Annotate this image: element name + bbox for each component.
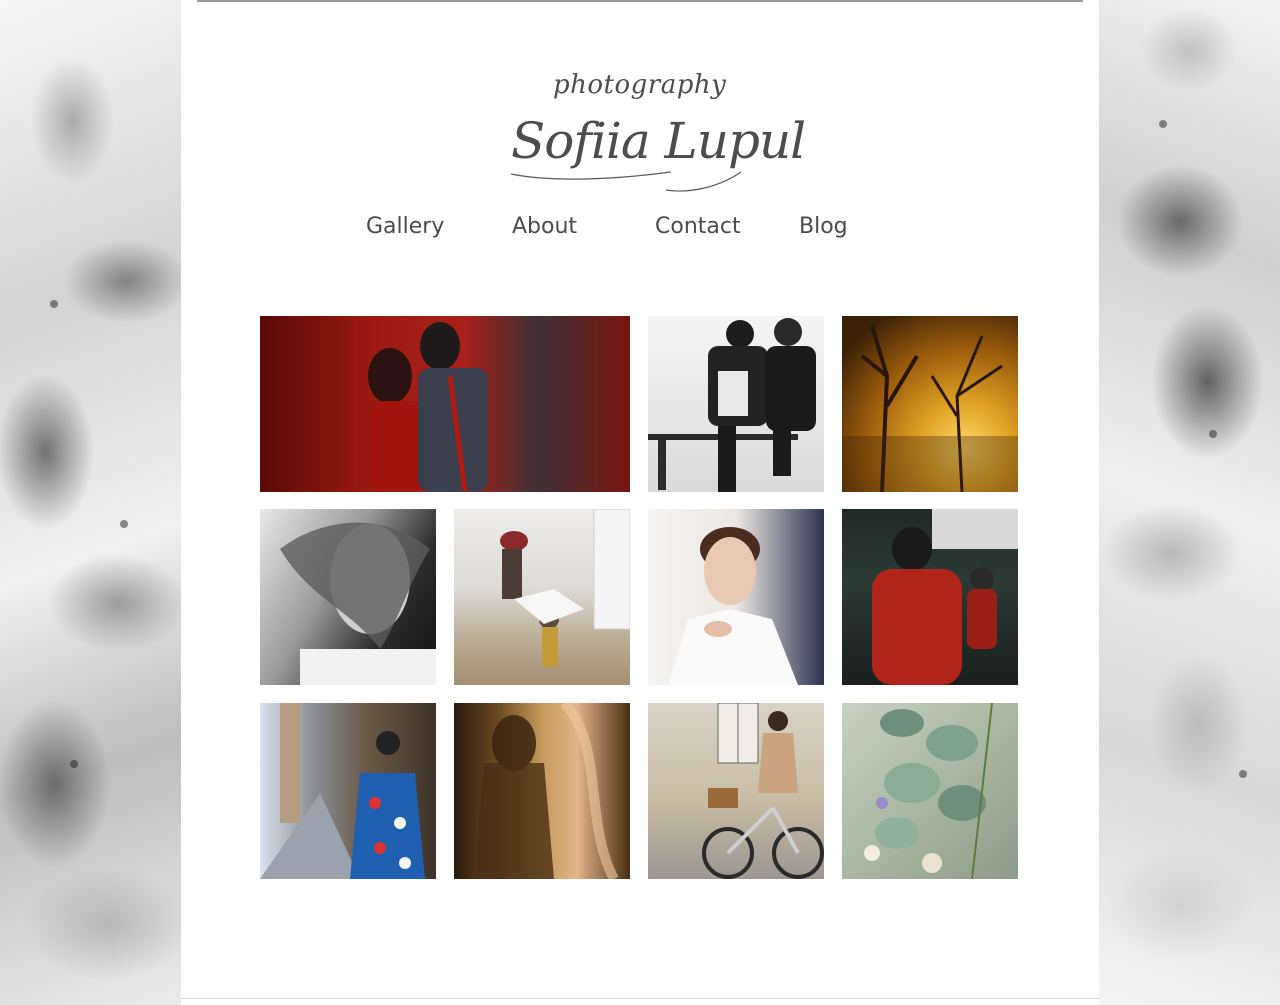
gallery-photo-blue-coat-street[interactable] bbox=[260, 703, 436, 879]
ink-spot bbox=[70, 760, 78, 768]
photo-golden-trees bbox=[842, 325, 1018, 492]
bottom-divider bbox=[181, 998, 1099, 999]
ink-spot bbox=[120, 520, 128, 528]
gallery-photo-dancers-red[interactable] bbox=[842, 509, 1018, 685]
gallery-photo-couple-red-wall[interactable] bbox=[260, 316, 630, 492]
nav-contact[interactable]: Contact bbox=[655, 214, 741, 239]
gallery-photo-children-jumping[interactable] bbox=[454, 509, 630, 685]
ink-spot bbox=[1209, 430, 1217, 438]
gallery-photo-two-men-bench[interactable] bbox=[648, 316, 824, 492]
gallery-photo-woman-portrait[interactable] bbox=[648, 509, 824, 685]
gallery-photo-woman-bicycle[interactable] bbox=[648, 703, 824, 879]
gallery-photo-eucalyptus[interactable] bbox=[842, 703, 1018, 879]
ink-spot bbox=[1159, 120, 1167, 128]
photo-blue-coat-street bbox=[260, 703, 425, 879]
watercolor-panel-right bbox=[1099, 0, 1280, 1005]
gallery-photo-amber-fabric[interactable] bbox=[454, 703, 630, 879]
page: photography Sofiia Lupul Gallery About C… bbox=[0, 0, 1280, 1005]
ink-spot bbox=[1239, 770, 1247, 778]
ink-spot bbox=[50, 300, 58, 308]
photo-windblown-hair bbox=[280, 522, 436, 685]
gallery-photo-windblown-hair[interactable] bbox=[260, 509, 436, 685]
photo-amber-fabric bbox=[474, 703, 619, 879]
logo-name: Sofiia Lupul bbox=[511, 112, 806, 170]
photo-couple-red-wall bbox=[368, 322, 488, 492]
photo-woman-portrait bbox=[668, 527, 798, 685]
logo-subtitle: photography bbox=[553, 70, 727, 100]
nav-gallery[interactable]: Gallery bbox=[366, 214, 444, 239]
photo-woman-bicycle bbox=[702, 703, 824, 879]
nav-blog[interactable]: Blog bbox=[799, 214, 848, 239]
nav-about[interactable]: About bbox=[512, 214, 577, 239]
watercolor-panel-left bbox=[0, 0, 181, 1005]
main-content: photography Sofiia Lupul Gallery About C… bbox=[181, 0, 1099, 1005]
photo-children-jumping bbox=[500, 509, 630, 667]
photo-two-men-bench bbox=[648, 318, 816, 492]
main-navigation: Gallery About Contact Blog bbox=[181, 214, 1099, 250]
photo-dancers-red bbox=[872, 509, 1018, 685]
gallery-photo-golden-trees[interactable] bbox=[842, 316, 1018, 492]
site-logo[interactable]: photography Sofiia Lupul bbox=[491, 62, 806, 202]
photo-eucalyptus bbox=[864, 703, 993, 879]
top-divider bbox=[197, 0, 1083, 2]
